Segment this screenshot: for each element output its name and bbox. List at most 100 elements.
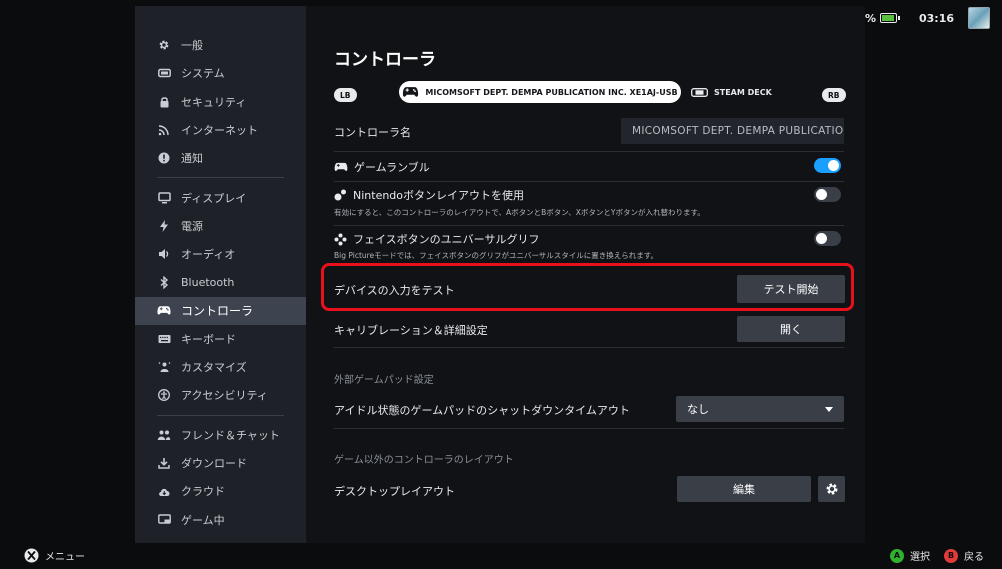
friends-icon — [157, 428, 171, 442]
sidebar-item-notifications[interactable]: 通知 — [135, 144, 306, 172]
sidebar-item-label: セキュリティ — [181, 95, 247, 109]
sidebar-item-cloud[interactable]: クラウド — [135, 477, 306, 505]
sidebar-item-downloads[interactable]: ダウンロード — [135, 449, 306, 477]
shutdown-timeout-row: アイドル状態のゲームパッドのシャットダウンタイムアウト なし — [334, 395, 844, 429]
battery-icon — [879, 13, 900, 23]
clock: 03:16 — [918, 11, 954, 25]
avatar[interactable] — [968, 7, 990, 29]
a-button-icon: A — [890, 548, 904, 563]
open-calibration-button[interactable]: 開く — [737, 316, 845, 342]
system-icon — [157, 66, 171, 80]
controller-name-row: コントローラ名 MICOMSOFT DEPT. DEMPA PUBLICATIO — [334, 117, 844, 152]
sidebar-item-system[interactable]: システム — [135, 59, 306, 87]
sidebar-divider — [157, 414, 284, 416]
info-icon — [157, 151, 171, 165]
shutdown-timeout-dropdown[interactable]: なし — [676, 396, 844, 422]
rumble-toggle[interactable] — [814, 158, 841, 173]
controller-name-field[interactable]: MICOMSOFT DEPT. DEMPA PUBLICATIO — [621, 118, 844, 144]
sidebar-item-display[interactable]: ディスプレイ — [135, 183, 306, 211]
bolt-icon — [157, 219, 171, 233]
sidebar-item-label: オーディオ — [181, 248, 236, 262]
rumble-row: ゲームランブル — [334, 152, 844, 182]
sidebar-item-label: システム — [181, 67, 225, 81]
controller-tabs: LB MICOMSOFT DEPT. DEMPA PUBLICATION INC… — [334, 81, 846, 111]
wifi-icon — [157, 123, 171, 137]
back-label: 戻る — [964, 552, 984, 563]
gear-icon — [826, 483, 837, 495]
battery-level-fill — [881, 15, 894, 21]
monitor-icon — [157, 191, 171, 205]
sidebar-item-bluetooth[interactable]: Bluetooth — [135, 268, 306, 296]
nintendo-layout-row: Nintendoボタンレイアウトを使用 有効にすると、このコントローラのレイアウ… — [334, 182, 844, 226]
sidebar-item-friends-chat[interactable]: フレンド＆チャット — [135, 421, 306, 449]
sidebar-item-audio[interactable]: オーディオ — [135, 240, 306, 268]
footer-hint-bar: メニュー A 選択 B 戻る — [0, 543, 1002, 569]
steam-deck-icon — [691, 87, 708, 97]
download-icon — [157, 456, 171, 470]
keyboard-icon — [157, 332, 171, 346]
layout-settings-button[interactable] — [818, 476, 845, 502]
tab-label: MICOMSOFT DEPT. DEMPA PUBLICATION INC. X… — [425, 87, 678, 97]
non-game-layout-section-heading: ゲーム以外のコントローラのレイアウト — [334, 455, 514, 466]
menu-hint[interactable]: メニュー — [24, 548, 85, 563]
menu-label: メニュー — [45, 552, 85, 563]
select-label: 選択 — [910, 552, 930, 563]
shutdown-timeout-label: アイドル状態のゲームパッドのシャットダウンタイムアウト — [334, 404, 630, 417]
sidebar-item-label: ダウンロード — [181, 457, 247, 470]
sidebar-item-label: カスタマイズ — [181, 361, 247, 375]
tab-steam-deck[interactable]: STEAM DECK — [691, 85, 772, 99]
settings-sidebar: 一般 システム セキュリティ インターネット 通知 ディスプレイ 電源 オーディ… — [135, 6, 306, 543]
sidebar-item-controller[interactable]: コントローラ — [135, 296, 306, 325]
sidebar-item-security[interactable]: セキュリティ — [135, 88, 306, 116]
nintendo-layout-label: Nintendoボタンレイアウトを使用 — [353, 189, 525, 202]
rumble-label: ゲームランブル — [354, 161, 430, 174]
universal-glyph-toggle[interactable] — [814, 231, 841, 246]
rb-button-hint: RB — [822, 88, 846, 102]
cloud-icon — [157, 484, 171, 498]
chevron-down-icon — [825, 407, 833, 412]
highlight-annotation — [321, 263, 854, 311]
dropdown-value: なし — [687, 403, 709, 416]
sidebar-item-label: ゲーム中 — [181, 513, 225, 527]
calibration-label: キャリブレーション＆詳細設定 — [334, 324, 488, 337]
sidebar-item-label: 一般 — [181, 39, 203, 53]
button-swap-icon — [334, 189, 346, 201]
speaker-icon — [157, 247, 171, 261]
nintendo-layout-description: 有効にすると、このコントローラのレイアウトで、AボタンとBボタン、XボタンとYボ… — [334, 208, 705, 217]
sidebar-item-internet[interactable]: インターネット — [135, 116, 306, 144]
sidebar-item-customize[interactable]: カスタマイズ — [135, 353, 306, 381]
universal-glyph-label: フェイスボタンのユニバーサルグリフ — [353, 233, 540, 246]
sidebar-item-label: コントローラ — [181, 304, 254, 319]
rumble-label-group: ゲームランブル — [334, 159, 430, 175]
sidebar-item-in-game[interactable]: ゲーム中 — [135, 505, 306, 533]
sidebar-divider — [157, 177, 284, 179]
sidebar-item-label: クラウド — [181, 485, 225, 499]
sidebar-item-label: キーボード — [181, 332, 236, 346]
sidebar-item-accessibility[interactable]: アクセシビリティ — [135, 381, 306, 409]
ingame-icon — [157, 513, 171, 527]
sidebar-item-keyboard[interactable]: キーボード — [135, 325, 306, 353]
universal-glyph-row: フェイスボタンのユニバーサルグリフ Big Pictureモードでは、フェイスボ… — [334, 226, 844, 264]
controller-name-label: コントローラ名 — [334, 126, 411, 139]
bluetooth-icon — [157, 276, 171, 290]
desktop-layout-row: デスクトップレイアウト 編集 — [334, 475, 845, 509]
xbox-button-icon — [24, 548, 39, 563]
page-title: コントローラ — [334, 50, 436, 70]
accessibility-icon — [157, 388, 171, 402]
universal-glyph-label-group: フェイスボタンのユニバーサルグリフ — [334, 231, 539, 247]
gamepad-icon — [157, 304, 171, 318]
face-buttons-icon — [334, 233, 347, 245]
desktop-layout-label: デスクトップレイアウト — [334, 485, 455, 498]
tab-label: STEAM DECK — [714, 87, 772, 97]
lb-button-hint: LB — [334, 88, 357, 102]
sidebar-item-general[interactable]: 一般 — [135, 31, 306, 59]
button-hints: A 選択 B 戻る — [890, 548, 984, 563]
sidebar-item-power[interactable]: 電源 — [135, 212, 306, 240]
tab-external-controller[interactable]: MICOMSOFT DEPT. DEMPA PUBLICATION INC. X… — [399, 81, 681, 103]
gamepad-icon — [334, 162, 348, 171]
external-gamepad-section-heading: 外部ゲームパッド設定 — [334, 375, 434, 386]
sidebar-item-label: 電源 — [181, 219, 203, 233]
edit-layout-button[interactable]: 編集 — [677, 476, 811, 502]
universal-glyph-description: Big Pictureモードでは、フェイスボタンのグリフがユニバーサルスタイルに… — [334, 251, 659, 260]
nintendo-layout-toggle[interactable] — [814, 187, 841, 202]
